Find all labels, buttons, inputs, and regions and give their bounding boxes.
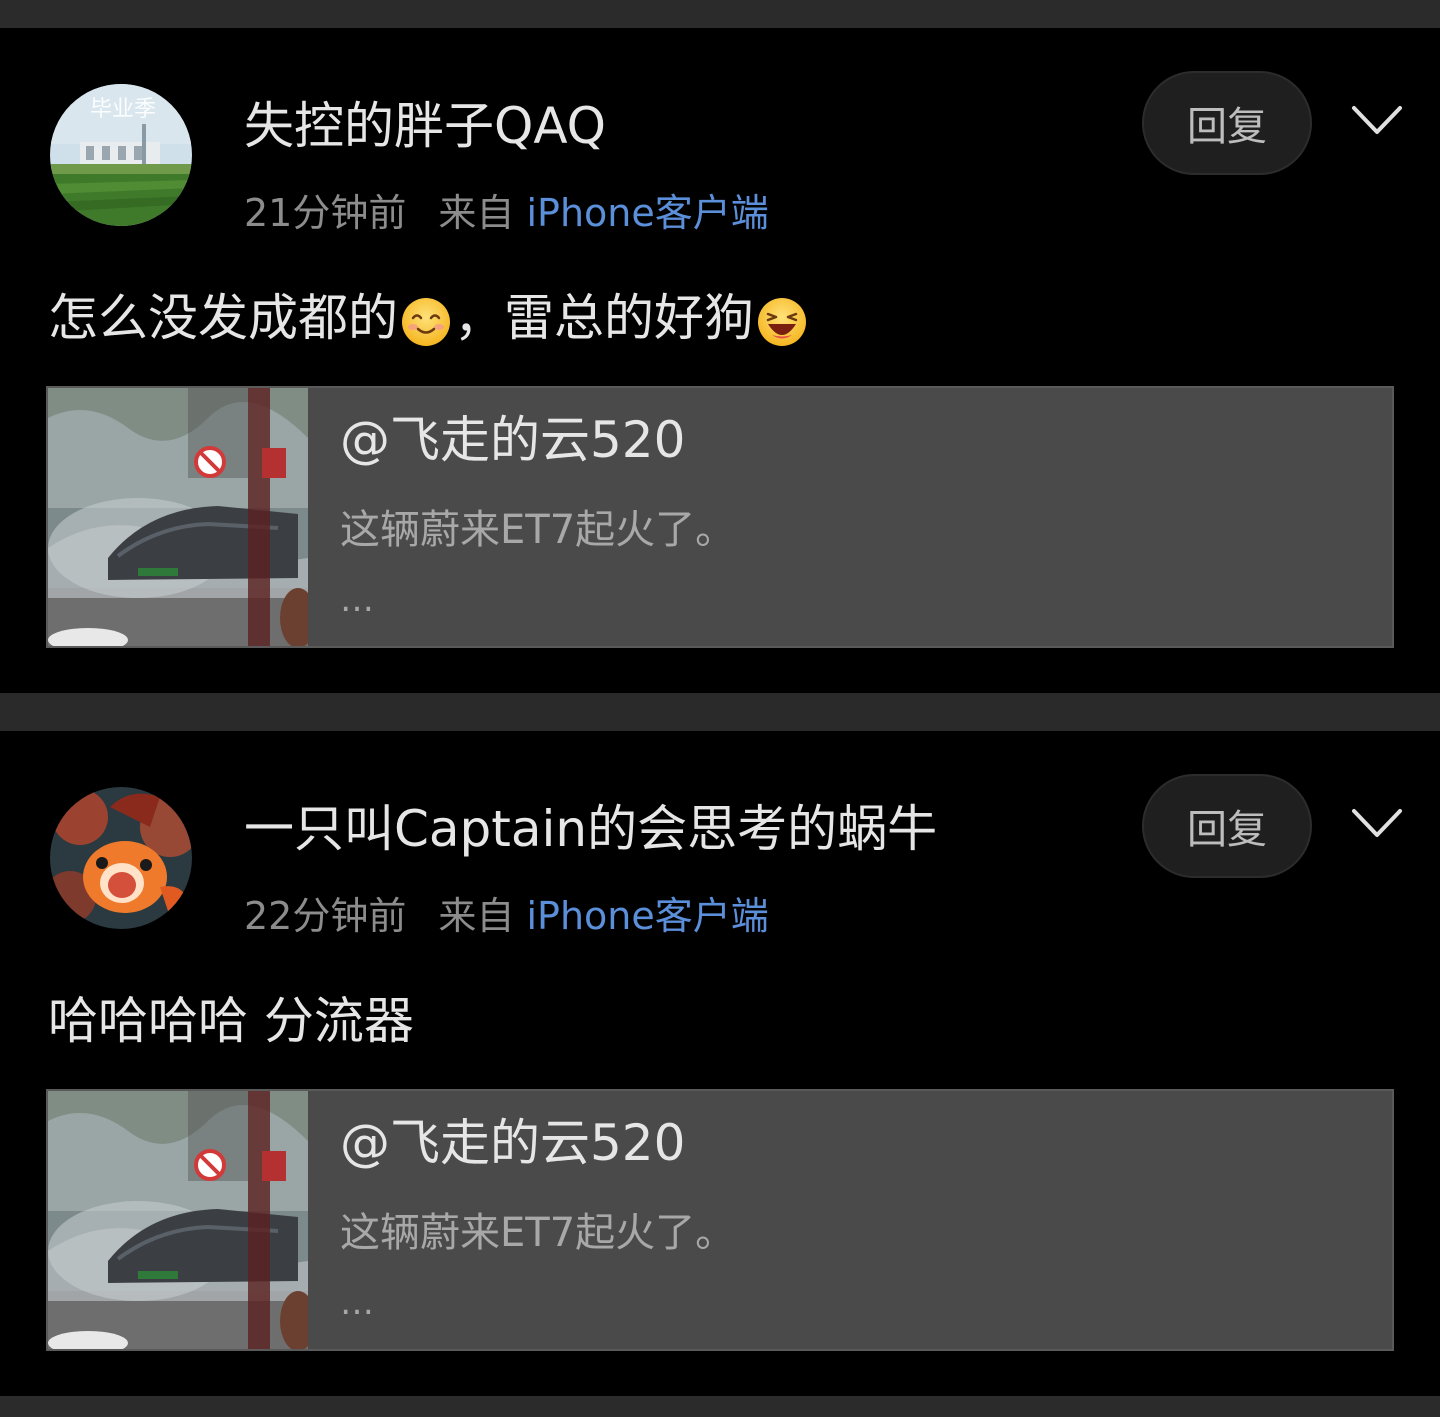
- avatar[interactable]: [50, 787, 192, 929]
- quoted-more-indicator: …: [340, 580, 378, 620]
- bottom-separator: [0, 1396, 1440, 1417]
- source-link[interactable]: iPhone客户端: [526, 894, 768, 938]
- comment-text-part: 怎么没发成都的: [48, 289, 398, 347]
- comment-card: 毕业季 失控的胖子QAQ 21分钟前 来自 iPhone客户端 回复 怎么没发成都…: [0, 28, 1440, 693]
- comment-meta: 21分钟前 来自 iPhone客户端: [244, 190, 769, 236]
- quoted-post-thumbnail: [48, 388, 308, 646]
- comment-text: 哈哈哈哈 分流器: [48, 992, 414, 1050]
- quoted-post[interactable]: @飞走的云520 这辆蔚来ET7起火了。 …: [46, 1089, 1394, 1351]
- reply-button[interactable]: 回复: [1142, 774, 1312, 878]
- timestamp: 21分钟前: [244, 191, 407, 235]
- laugh-emoji-icon: [758, 297, 806, 346]
- chevron-down-icon[interactable]: [1350, 102, 1404, 138]
- comment-text-part: ，雷总的好狗: [454, 289, 754, 347]
- top-separator: [0, 0, 1440, 28]
- comment-meta: 22分钟前 来自 iPhone客户端: [244, 893, 769, 939]
- svg-text:毕业季: 毕业季: [90, 97, 156, 122]
- quoted-post[interactable]: @飞走的云520 这辆蔚来ET7起火了。 …: [46, 386, 1394, 648]
- username[interactable]: 失控的胖子QAQ: [244, 96, 606, 156]
- chevron-down-icon[interactable]: [1350, 805, 1404, 841]
- timestamp: 22分钟前: [244, 894, 407, 938]
- quoted-text: 这辆蔚来ET7起火了。: [340, 507, 736, 553]
- username[interactable]: 一只叫Captain的会思考的蜗牛: [244, 799, 937, 859]
- comment-separator: [0, 693, 1440, 731]
- quoted-post-thumbnail: [48, 1091, 308, 1349]
- comment-card: 一只叫Captain的会思考的蜗牛 22分钟前 来自 iPhone客户端 回复 哈…: [0, 731, 1440, 1396]
- quoted-text: 这辆蔚来ET7起火了。: [340, 1210, 736, 1256]
- quoted-username[interactable]: @飞走的云520: [340, 1113, 685, 1173]
- quoted-more-indicator: …: [340, 1283, 378, 1323]
- avatar[interactable]: 毕业季: [50, 84, 192, 226]
- source-link[interactable]: iPhone客户端: [526, 191, 768, 235]
- from-label: 来自: [438, 894, 515, 938]
- from-label: 来自: [438, 191, 515, 235]
- quoted-username[interactable]: @飞走的云520: [340, 410, 685, 470]
- reply-button[interactable]: 回复: [1142, 71, 1312, 175]
- smile-emoji-icon: [402, 297, 450, 346]
- comment-text: 怎么没发成都的 ，雷总的好狗: [48, 286, 810, 350]
